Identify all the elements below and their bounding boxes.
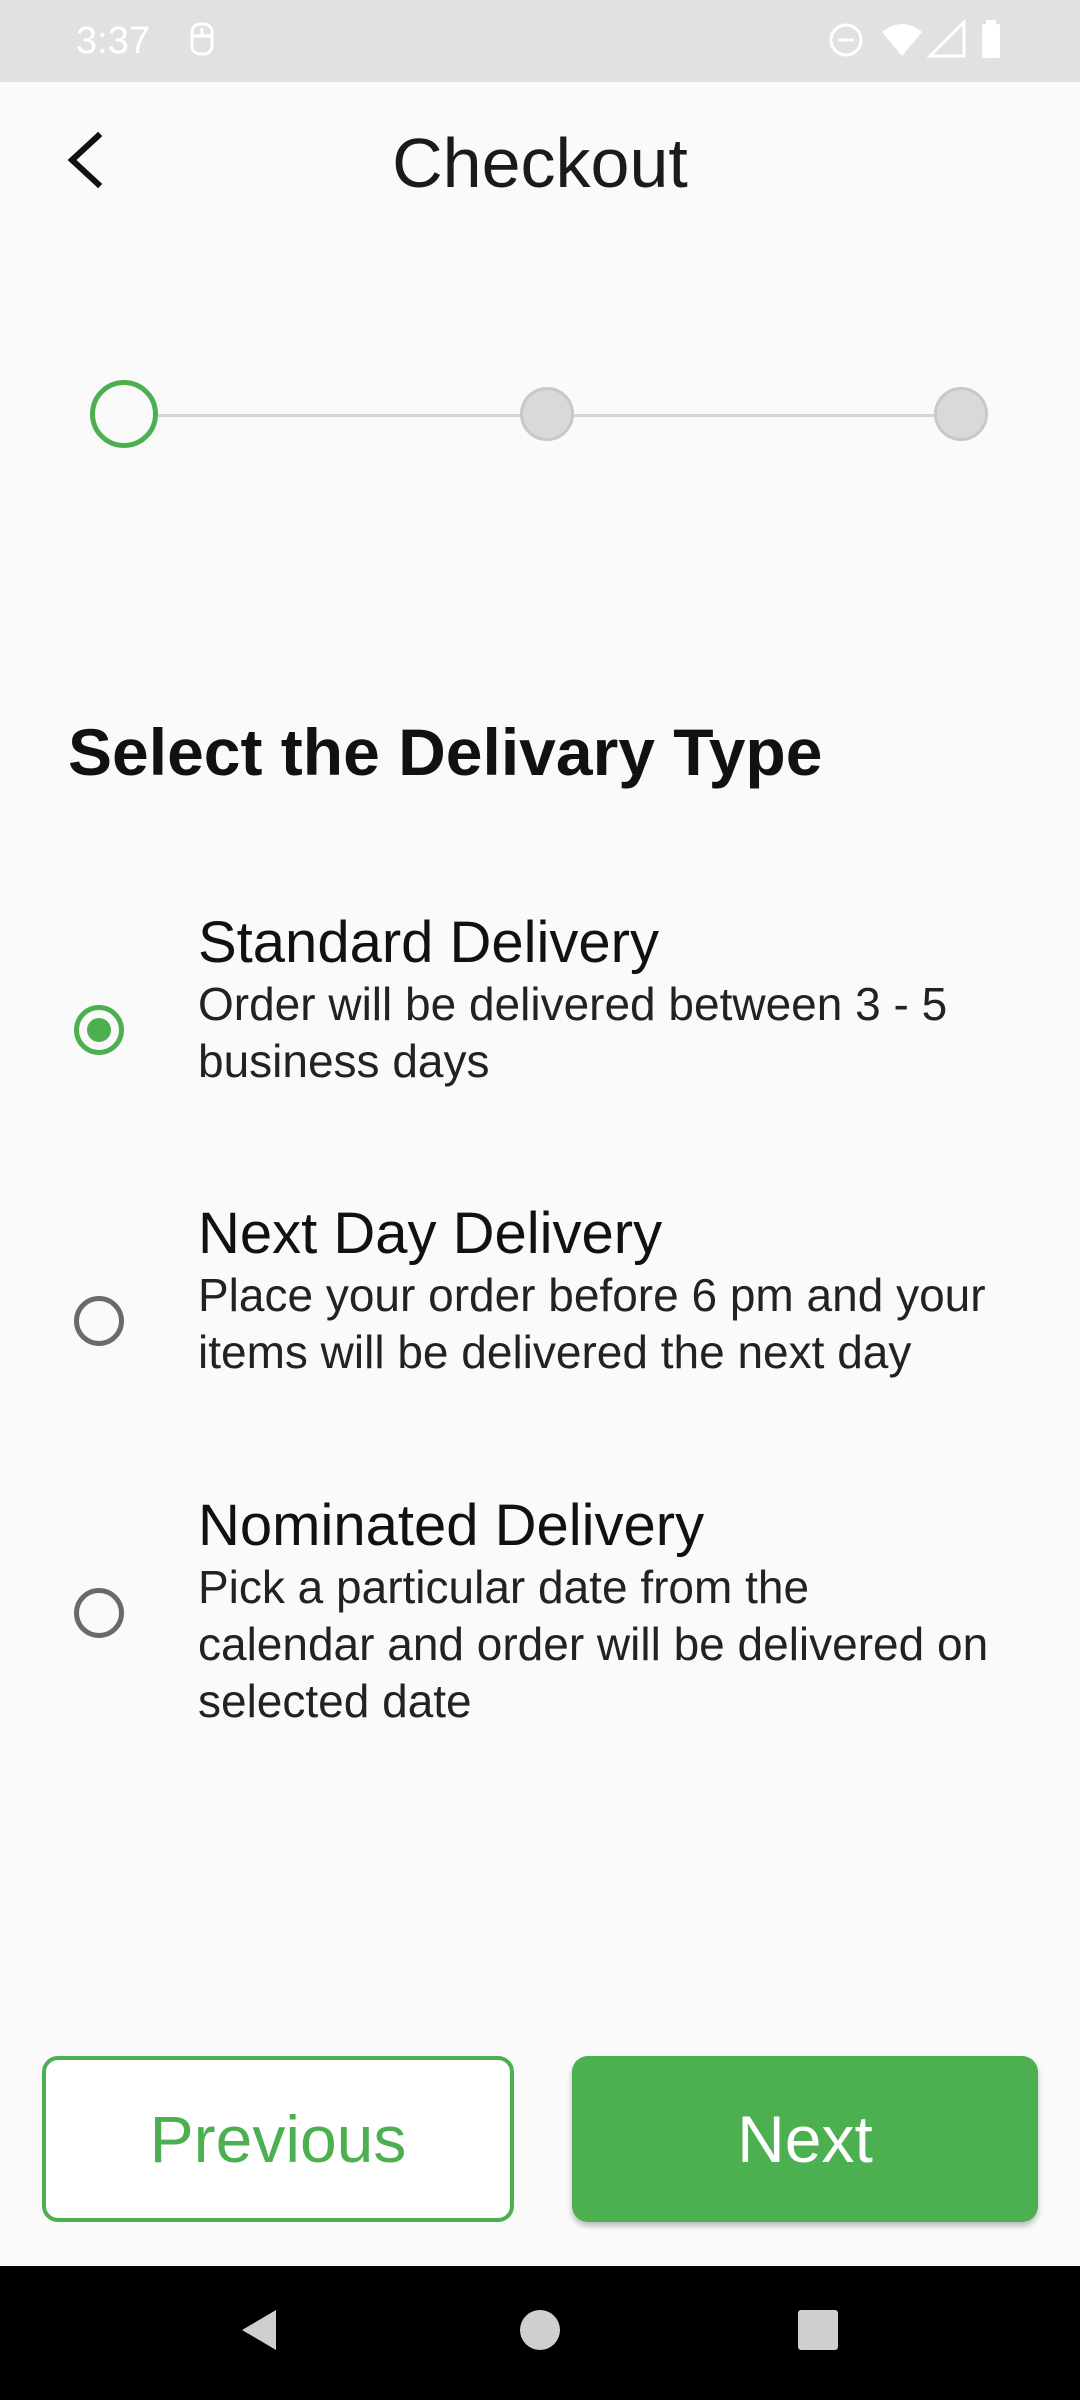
- stepper-connector: [158, 414, 522, 417]
- checkout-stepper: [0, 378, 1080, 452]
- page-title: Checkout: [392, 124, 688, 202]
- option-title: Standard Delivery: [198, 910, 659, 975]
- radio-next-day[interactable]: [74, 1296, 124, 1346]
- option-title: Next Day Delivery: [198, 1201, 663, 1266]
- delivery-option-next-day[interactable]: Next Day Delivery Place your order befor…: [0, 1201, 1080, 1401]
- notification-icon: [180, 18, 224, 62]
- system-nav-bar: [0, 2266, 1080, 2400]
- stepper-connector: [574, 414, 936, 417]
- delivery-option-nominated[interactable]: Nominated Delivery Pick a particular dat…: [0, 1493, 1080, 1753]
- option-title: Nominated Delivery: [198, 1493, 705, 1558]
- previous-button[interactable]: Previous: [42, 2056, 514, 2222]
- option-description: Order will be delivered between 3 - 5: [198, 978, 948, 1030]
- option-description: selected date: [198, 1675, 472, 1727]
- option-description: items will be delivered the next day: [198, 1326, 912, 1378]
- radio-nominated[interactable]: [74, 1588, 124, 1638]
- status-bar: 3:37: [0, 0, 1080, 82]
- recents-square-icon: [796, 2308, 840, 2357]
- step-3: [934, 387, 988, 441]
- nav-back-button[interactable]: [224, 2296, 296, 2368]
- option-description: Pick a particular date from the: [198, 1561, 810, 1613]
- option-description: calendar and order will be delivered on: [198, 1618, 989, 1670]
- app-bar: Checkout: [0, 82, 1080, 242]
- status-time: 3:37: [76, 20, 150, 62]
- nav-recents-button[interactable]: [782, 2296, 854, 2368]
- option-description: Place your order before 6 pm and your: [198, 1269, 986, 1321]
- wifi-icon: [880, 18, 924, 62]
- do-not-disturb-icon: [824, 18, 868, 62]
- section-title: Select the Delivary Type: [68, 715, 823, 789]
- option-description: business days: [198, 1035, 490, 1087]
- back-triangle-icon: [238, 2306, 282, 2359]
- next-button[interactable]: Next: [572, 2056, 1038, 2222]
- nav-home-button[interactable]: [504, 2296, 576, 2368]
- step-2: [520, 387, 574, 441]
- home-circle-icon: [518, 2308, 562, 2357]
- radio-standard-selected[interactable]: [74, 1005, 124, 1055]
- battery-icon: [970, 18, 1014, 62]
- delivery-option-standard[interactable]: Standard Delivery Order will be delivere…: [0, 910, 1080, 1110]
- step-1-current: [90, 380, 158, 448]
- signal-icon: [926, 18, 970, 62]
